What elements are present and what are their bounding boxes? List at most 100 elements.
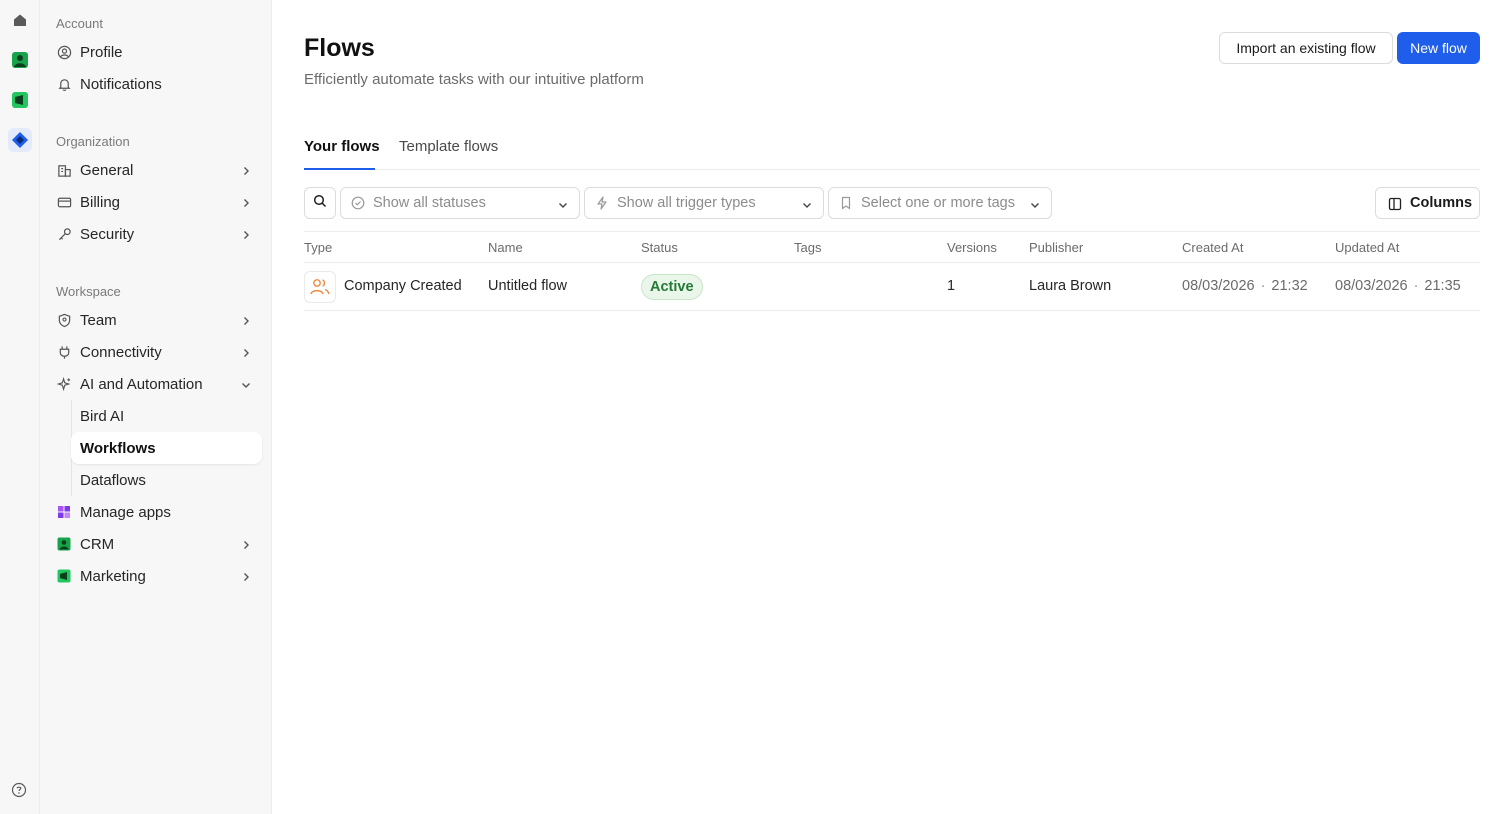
active-tab-indicator: [304, 168, 375, 170]
lightning-icon: [595, 196, 609, 210]
chevron-right-icon: [240, 314, 252, 326]
company-users-icon: [304, 271, 336, 303]
flow-tabs: Your flows Template flows: [304, 130, 1480, 170]
sidebar-item-label: Bird AI: [80, 407, 125, 425]
check-circle-icon: [351, 196, 365, 210]
flow-updated-at: 08/03/2026 · 21:35: [1335, 278, 1461, 294]
chevron-down-icon: [557, 198, 569, 210]
sidebar-item-label: Manage apps: [80, 503, 171, 521]
sidebar-item-crm[interactable]: CRM: [48, 528, 262, 560]
flow-name[interactable]: Untitled flow: [488, 278, 567, 294]
chevron-down-icon: [801, 198, 813, 210]
trigger-filter-select[interactable]: Show all trigger types: [584, 187, 824, 219]
separator-dot: ·: [1260, 278, 1266, 294]
tags-filter-select[interactable]: Select one or more tags: [828, 187, 1052, 219]
status-filter-placeholder: Show all statuses: [373, 195, 486, 211]
sidebar-item-label: AI and Automation: [80, 375, 203, 393]
marketing-app-icon[interactable]: [8, 88, 32, 112]
columns-icon: [1388, 197, 1402, 211]
separator-dot: ·: [1413, 278, 1419, 294]
app-rail: [0, 0, 40, 814]
new-flow-button[interactable]: New flow: [1397, 32, 1480, 64]
sidebar-item-billing[interactable]: Billing: [48, 186, 262, 218]
sparkle-icon: [56, 376, 72, 392]
column-header-updated-at[interactable]: Updated At: [1335, 240, 1399, 255]
sidebar-item-label: Marketing: [80, 567, 146, 585]
created-date: 08/03/2026: [1182, 278, 1255, 294]
bird-logo-icon[interactable]: [8, 128, 32, 152]
workspace-group-label: Workspace: [56, 284, 121, 299]
sidebar-item-dataflows[interactable]: Dataflows: [48, 464, 262, 496]
settings-sidebar: Account Profile Notifications Organizati…: [40, 0, 272, 814]
columns-button-label: Columns: [1410, 195, 1473, 211]
sidebar-item-bird-ai[interactable]: Bird AI: [48, 400, 262, 432]
sidebar-item-label: Billing: [80, 193, 121, 211]
chevron-right-icon: [240, 570, 252, 582]
sidebar-item-profile[interactable]: Profile: [48, 36, 262, 68]
column-header-publisher[interactable]: Publisher: [1029, 240, 1083, 255]
chevron-right-icon: [240, 538, 252, 550]
bell-icon: [56, 76, 72, 92]
sidebar-item-ai-automation[interactable]: AI and Automation: [48, 368, 262, 400]
sidebar-item-manage-apps[interactable]: Manage apps: [48, 496, 262, 528]
table-row[interactable]: Company Created Untitled flow Active 1 L…: [304, 263, 1480, 311]
column-header-tags[interactable]: Tags: [794, 240, 821, 255]
chevron-right-icon: [240, 164, 252, 176]
crm-app-icon[interactable]: [8, 48, 32, 72]
tab-template-flows[interactable]: Template flows: [399, 138, 498, 155]
flow-versions: 1: [947, 278, 956, 294]
sidebar-item-label: Notifications: [80, 75, 162, 93]
sidebar-item-general[interactable]: General: [48, 154, 262, 186]
column-header-status[interactable]: Status: [641, 240, 678, 255]
sidebar-item-label: Security: [80, 225, 135, 243]
sidebar-item-label: Team: [80, 311, 117, 329]
sidebar-item-security[interactable]: Security: [48, 218, 262, 250]
sidebar-item-team[interactable]: Team: [48, 304, 262, 336]
organization-group-label: Organization: [56, 134, 130, 149]
page-title: Flows: [304, 34, 375, 62]
sidebar-item-marketing[interactable]: Marketing: [48, 560, 262, 592]
key-icon: [56, 226, 72, 242]
sidebar-item-label: General: [80, 161, 134, 179]
marketing-app-icon: [56, 568, 72, 584]
sidebar-item-label: Workflows: [80, 439, 156, 457]
trigger-filter-placeholder: Show all trigger types: [617, 195, 756, 211]
updated-time: 21:35: [1424, 278, 1461, 294]
building-icon: [56, 162, 72, 178]
flow-trigger-type: Company Created: [344, 278, 462, 294]
shield-icon: [56, 312, 72, 328]
tags-filter-placeholder: Select one or more tags: [861, 195, 1015, 211]
credit-card-icon: [56, 194, 72, 210]
chevron-down-icon: [240, 378, 252, 390]
status-filter-select[interactable]: Show all statuses: [340, 187, 580, 219]
chevron-right-icon: [240, 346, 252, 358]
column-header-versions[interactable]: Versions: [947, 240, 997, 255]
sidebar-item-notifications[interactable]: Notifications: [48, 68, 262, 100]
plug-icon: [56, 344, 72, 360]
bookmark-icon: [839, 196, 853, 210]
flow-created-at: 08/03/2026 · 21:32: [1182, 278, 1308, 294]
columns-button[interactable]: Columns: [1375, 187, 1480, 219]
sidebar-item-label: Connectivity: [80, 343, 162, 361]
search-icon: [313, 194, 327, 213]
created-time: 21:32: [1271, 278, 1308, 294]
help-circle-icon[interactable]: [11, 782, 27, 798]
sidebar-item-connectivity[interactable]: Connectivity: [48, 336, 262, 368]
apps-grid-icon: [56, 504, 72, 520]
table-header: Type Name Status Tags Versions Publisher…: [304, 231, 1480, 263]
search-button[interactable]: [304, 187, 336, 219]
column-header-created-at[interactable]: Created At: [1182, 240, 1243, 255]
sidebar-item-label: Dataflows: [80, 471, 146, 489]
tab-your-flows[interactable]: Your flows: [304, 138, 380, 155]
sidebar-item-workflows[interactable]: Workflows: [71, 432, 262, 464]
column-header-type[interactable]: Type: [304, 240, 332, 255]
page-subtitle: Efficiently automate tasks with our intu…: [304, 71, 644, 88]
home-icon[interactable]: [8, 8, 32, 32]
column-header-name[interactable]: Name: [488, 240, 523, 255]
flow-publisher: Laura Brown: [1029, 278, 1112, 294]
chevron-right-icon: [240, 196, 252, 208]
import-flow-button[interactable]: Import an existing flow: [1219, 32, 1393, 64]
updated-date: 08/03/2026: [1335, 278, 1408, 294]
chevron-down-icon: [1029, 198, 1041, 210]
chevron-right-icon: [240, 228, 252, 240]
